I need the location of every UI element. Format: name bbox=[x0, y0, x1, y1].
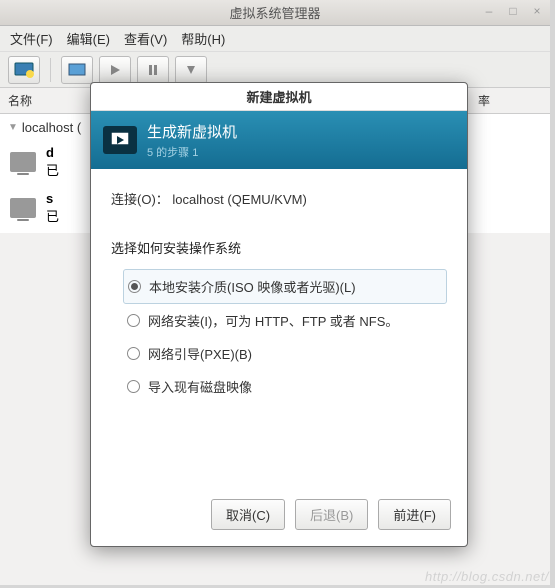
dialog-step: 5 的步骤 1 bbox=[147, 144, 237, 160]
install-section-label: 选择如何安装操作系统 bbox=[111, 238, 447, 257]
forward-button[interactable]: 前进(F) bbox=[378, 499, 451, 530]
vm-wizard-icon bbox=[103, 126, 137, 154]
dialog-footer: 取消(C) 后退(B) 前进(F) bbox=[91, 487, 467, 546]
radio-network-install[interactable]: 网络安装(I)，可为 HTTP、FTP 或者 NFS。 bbox=[123, 304, 447, 337]
monitor-icon bbox=[10, 152, 36, 172]
monitor-icon bbox=[10, 198, 36, 218]
connection-label: 连接(O)： bbox=[111, 192, 169, 207]
shutdown-button[interactable] bbox=[175, 56, 207, 84]
radio-local-media[interactable]: 本地安装介质(ISO 映像或者光驱)(L) bbox=[123, 269, 447, 304]
menu-help[interactable]: 帮助(H) bbox=[181, 29, 225, 48]
vm-name: d bbox=[46, 145, 59, 160]
minimize-icon[interactable]: – bbox=[482, 4, 496, 18]
window-controls: – □ × bbox=[482, 4, 544, 18]
connection-value: localhost (QEMU/KVM) bbox=[172, 192, 306, 207]
radio-label: 网络引导(PXE)(B) bbox=[148, 344, 252, 363]
open-button[interactable] bbox=[61, 56, 93, 84]
dialog-header: 生成新虚拟机 5 的步骤 1 bbox=[91, 111, 467, 169]
main-title: 虚拟系统管理器 bbox=[229, 3, 320, 22]
menubar: 文件(F) 编辑(E) 查看(V) 帮助(H) bbox=[0, 26, 550, 52]
maximize-icon[interactable]: □ bbox=[506, 4, 520, 18]
connection-line: 连接(O)： localhost (QEMU/KVM) bbox=[111, 189, 447, 208]
radio-import-disk[interactable]: 导入现有磁盘映像 bbox=[123, 370, 447, 403]
dialog-titlebar[interactable]: 新建虚拟机 bbox=[91, 83, 467, 111]
pause-button[interactable] bbox=[137, 56, 169, 84]
dialog-body: 连接(O)： localhost (QEMU/KVM) 选择如何安装操作系统 本… bbox=[91, 169, 467, 487]
radio-pxe[interactable]: 网络引导(PXE)(B) bbox=[123, 337, 447, 370]
main-titlebar[interactable]: 虚拟系统管理器 – □ × bbox=[0, 0, 550, 26]
radio-label: 本地安装介质(ISO 映像或者光驱)(L) bbox=[149, 277, 356, 296]
dialog-title: 新建虚拟机 bbox=[246, 87, 311, 106]
vm-status: 已 bbox=[46, 206, 59, 225]
radio-label: 导入现有磁盘映像 bbox=[148, 377, 252, 396]
back-button[interactable]: 后退(B) bbox=[295, 499, 368, 530]
radio-icon bbox=[127, 380, 140, 393]
col-rate[interactable]: 率 bbox=[470, 88, 550, 113]
vm-status: 已 bbox=[46, 160, 59, 179]
radio-icon bbox=[127, 347, 140, 360]
radio-icon bbox=[127, 314, 140, 327]
cancel-button[interactable]: 取消(C) bbox=[211, 499, 285, 530]
host-label: localhost ( bbox=[22, 120, 81, 135]
close-icon[interactable]: × bbox=[530, 4, 544, 18]
radio-label: 网络安装(I)，可为 HTTP、FTP 或者 NFS。 bbox=[148, 311, 398, 330]
expand-icon[interactable]: ▼ bbox=[8, 122, 18, 133]
new-vm-dialog: 新建虚拟机 生成新虚拟机 5 的步骤 1 连接(O)： localhost (Q… bbox=[90, 82, 468, 547]
dialog-heading: 生成新虚拟机 bbox=[147, 121, 237, 142]
new-vm-button[interactable] bbox=[8, 56, 40, 84]
vm-name: s bbox=[46, 191, 59, 206]
toolbar-separator bbox=[50, 58, 51, 82]
menu-file[interactable]: 文件(F) bbox=[10, 29, 53, 48]
menu-view[interactable]: 查看(V) bbox=[124, 29, 167, 48]
menu-edit[interactable]: 编辑(E) bbox=[67, 29, 110, 48]
install-options: 本地安装介质(ISO 映像或者光驱)(L) 网络安装(I)，可为 HTTP、FT… bbox=[111, 269, 447, 403]
radio-icon bbox=[128, 280, 141, 293]
run-button[interactable] bbox=[99, 56, 131, 84]
watermark: http://blog.csdn.net/ bbox=[425, 569, 549, 584]
